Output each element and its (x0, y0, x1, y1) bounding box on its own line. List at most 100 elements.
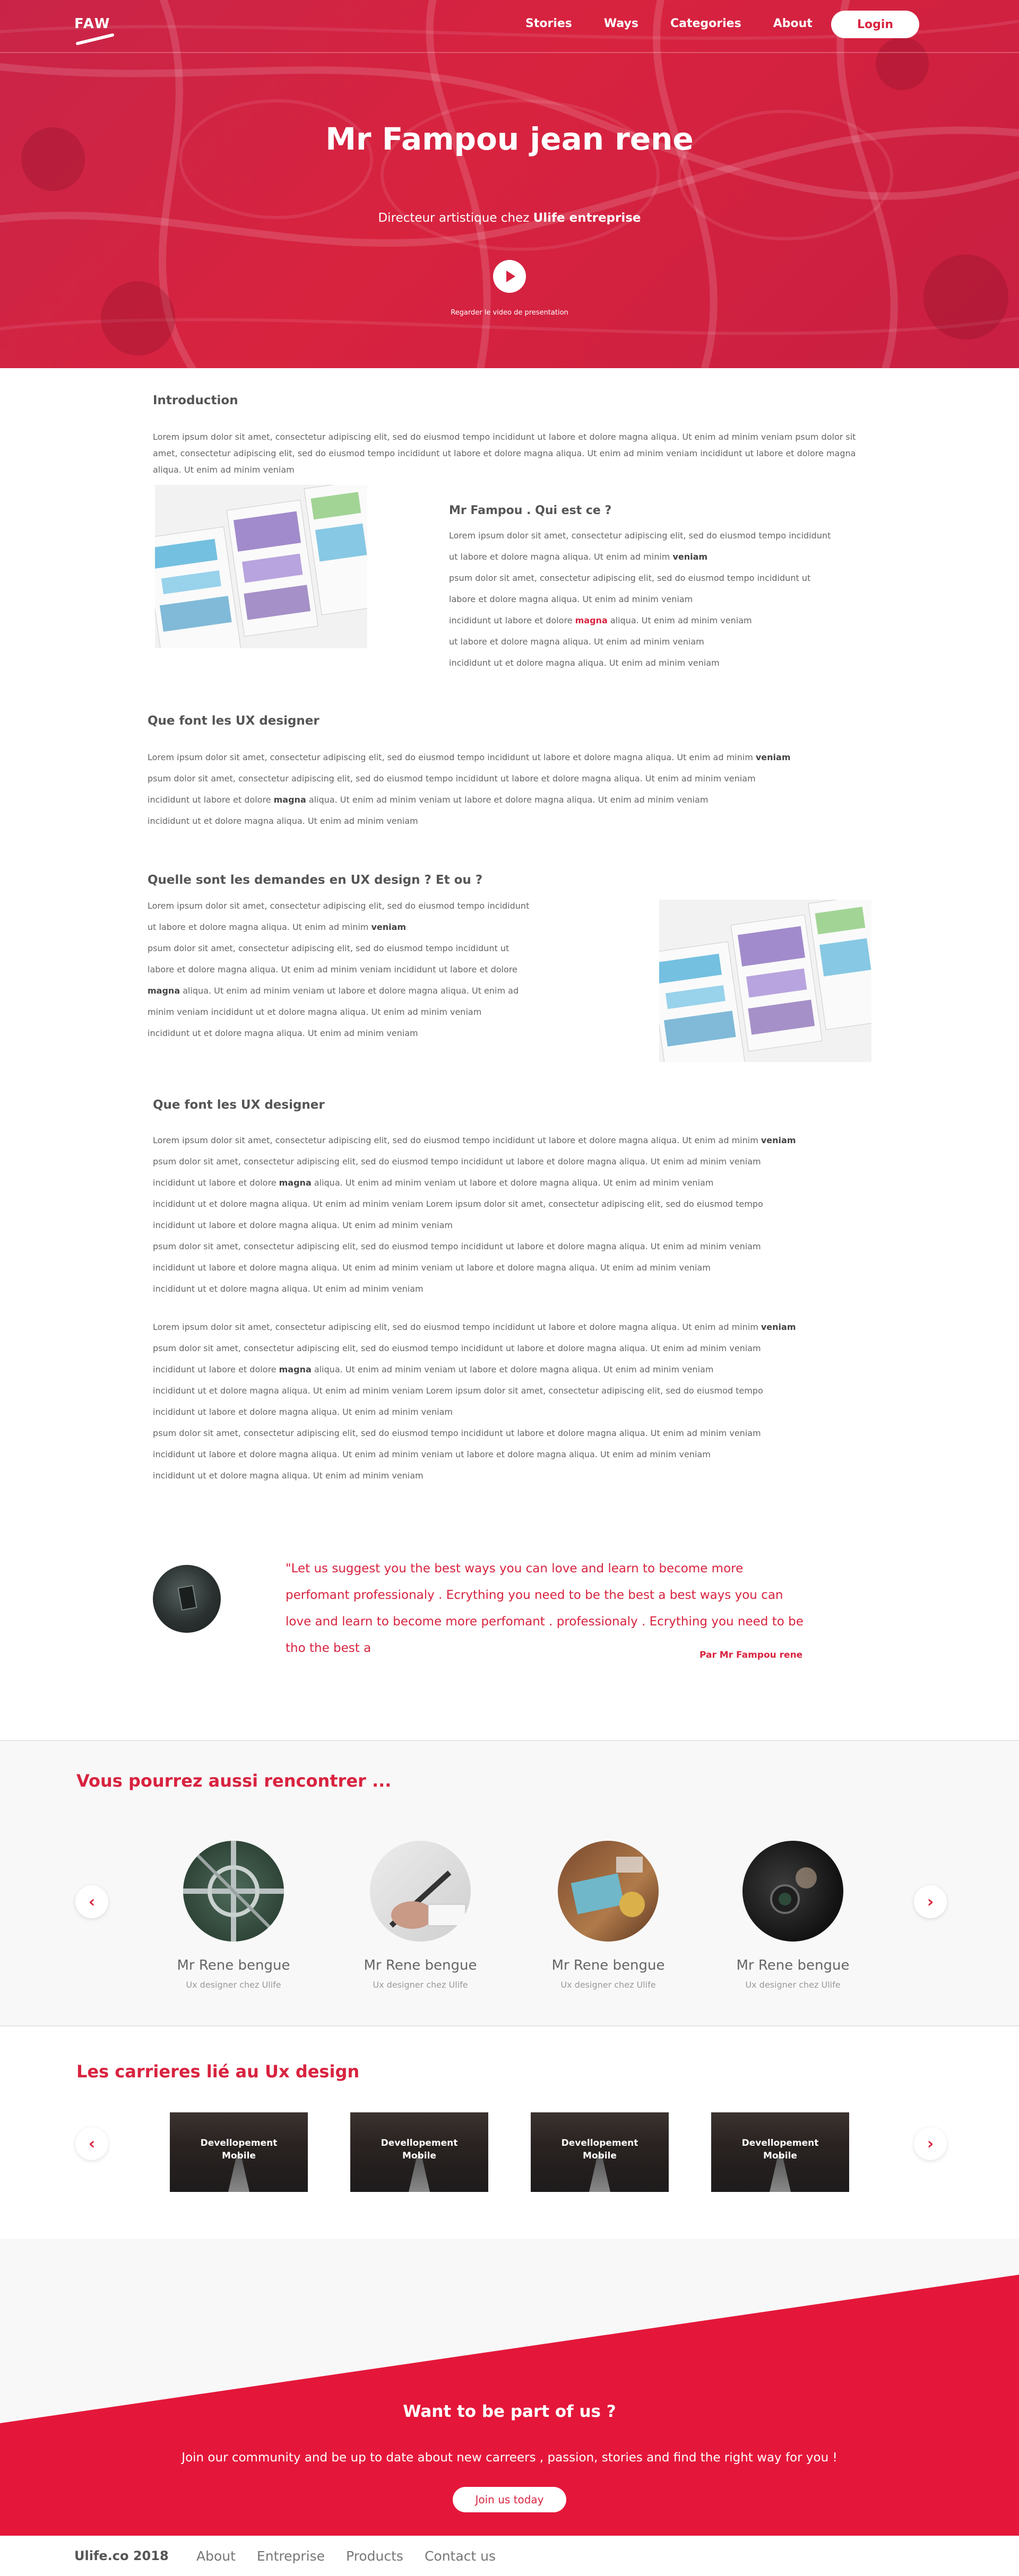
footer-link-entreprise[interactable]: Entreprise (257, 2548, 325, 2564)
footer-link-products[interactable]: Products (346, 2548, 403, 2564)
ux-sketch-image-2 (659, 900, 871, 1062)
ux2a-line-7: incididunt ut labore et dolore magna ali… (153, 1263, 711, 1273)
ux1-line-2: psum dolor sit amet, consectetur adipisc… (148, 773, 756, 784)
career-card[interactable]: Devellopement Mobile (531, 2112, 669, 2192)
ux2a-bold-word: veniam (761, 1135, 796, 1145)
nav-link-stories[interactable]: Stories (525, 17, 572, 30)
demand-bold-word: veniam (371, 922, 407, 932)
person-card[interactable]: Mr Rene bengue Ux designer chez Ulife (165, 1841, 303, 1990)
person-role: Ux designer chez Ulife (745, 1980, 841, 1990)
ux2b-line-3: incididunt ut labore et dolore magna ali… (153, 1359, 880, 1380)
demand-heading: Quelle sont les demandes en UX design ? … (148, 873, 483, 887)
career-label-line1: Devellopement (200, 2138, 278, 2148)
person-name: Mr Rene bengue (364, 1957, 477, 1973)
quote-author: Par Mr Fampou rene (700, 1650, 803, 1660)
demand-line-2-text: ut labore et dolore magna aliqua. Ut eni… (148, 922, 372, 932)
footer-nav: About Entreprise Products Contact us (196, 2548, 517, 2564)
footer: Ulife.co 2018 About Entreprise Products … (0, 2536, 1019, 2576)
person-card[interactable]: Mr Rene bengue Ux designer chez Ulife (539, 1841, 677, 1990)
careers-prev-button[interactable]: ‹ (75, 2127, 108, 2160)
who-heading: Mr Fampou . Qui est ce ? (449, 504, 612, 517)
career-card[interactable]: Devellopement Mobile (711, 2112, 849, 2192)
nav-divider (0, 52, 1019, 53)
meet-section: Vous pourrez aussi rencontrer ... ‹ › Mr… (0, 1740, 1019, 2026)
footer-link-about[interactable]: About (196, 2548, 236, 2564)
who-line-5-text: incididunt ut labore et dolore (449, 615, 575, 625)
logo[interactable]: FAW (74, 16, 117, 50)
ux2a-line-3: incididunt ut labore et dolore magna ali… (153, 1172, 880, 1194)
hero-subtitle-prefix: Directeur artistique chez (378, 211, 533, 225)
meet-next-button[interactable]: › (914, 1885, 947, 1918)
logo-text: FAW (74, 16, 111, 32)
ux2b-bold-magna: magna (279, 1364, 312, 1374)
ux2b-line-5: incididunt ut labore et dolore magna ali… (153, 1407, 453, 1417)
demand-line-7: incididunt ut et dolore magna aliqua. Ut… (148, 1028, 418, 1038)
ux2b-line-1: Lorem ipsum dolor sit amet, consectetur … (153, 1317, 880, 1338)
ux2a-bold-magna: magna (279, 1178, 312, 1188)
ux-designer-text-2b: Lorem ipsum dolor sit amet, consectetur … (153, 1317, 880, 1486)
ux-designer-text-2a: Lorem ipsum dolor sit amet, consectetur … (153, 1130, 880, 1300)
writing-photo (389, 1870, 466, 1929)
career-card[interactable]: Devellopement Mobile (350, 2112, 488, 2192)
who-line-7: incididunt ut et dolore magna aliqua. Ut… (449, 658, 720, 668)
career-label: Devellopement Mobile (170, 2137, 308, 2162)
ux2a-line-1: Lorem ipsum dolor sit amet, consectetur … (153, 1130, 880, 1151)
demand-line-1: Lorem ipsum dolor sit amet, consectetur … (148, 901, 530, 911)
hero-title: Mr Fampou jean rene (325, 121, 694, 157)
ux-sketch-image-1 (155, 485, 367, 648)
ux-designer-heading-1: Que font les UX designer (148, 714, 319, 728)
demand-text: Lorem ipsum dolor sit amet, consectetur … (148, 895, 604, 1044)
ux2b-line-4: incididunt ut et dolore magna aliqua. Ut… (153, 1386, 763, 1396)
who-line-1: Lorem ipsum dolor sit amet, consectetur … (449, 530, 831, 541)
person-card[interactable]: Mr Rene bengue Ux designer chez Ulife (351, 1841, 489, 1990)
hero-banner: FAW Stories Ways Categories About Login … (0, 0, 1019, 368)
ux2b-line-7: incididunt ut labore et dolore magna ali… (153, 1449, 711, 1459)
careers-next-button[interactable]: › (914, 2127, 947, 2160)
join-button[interactable]: Join us today (453, 2487, 566, 2512)
phone-icon (177, 1585, 197, 1611)
who-text: Lorem ipsum dolor sit amet, consectetur … (449, 525, 884, 674)
career-label: Devellopement Mobile (350, 2137, 488, 2162)
demand-line-2: ut labore et dolore magna aliqua. Ut eni… (148, 917, 604, 938)
career-label-line1: Devellopement (741, 2138, 819, 2148)
person-name: Mr Rene bengue (551, 1957, 665, 1973)
who-line-2: ut labore et dolore magna aliqua. Ut eni… (449, 546, 884, 568)
nav-link-ways[interactable]: Ways (604, 17, 638, 30)
career-card[interactable]: Devellopement Mobile (170, 2112, 308, 2192)
person-role: Ux designer chez Ulife (186, 1980, 281, 1990)
chevron-left-icon: ‹ (88, 1892, 96, 1911)
intro-text: Lorem ipsum dolor sit amet, consectetur … (153, 432, 856, 475)
career-label: Devellopement Mobile (711, 2137, 849, 2162)
career-label-line2: Mobile (763, 2151, 797, 2161)
join-text: Join our community and be up to date abo… (182, 2451, 837, 2465)
desk-photo (571, 1857, 645, 1917)
who-bold-word: veniam (672, 552, 708, 562)
ux1-line-1: Lorem ipsum dolor sit amet, consectetur … (148, 747, 875, 768)
person-role: Ux designer chez Ulife (560, 1980, 656, 1990)
person-photo-camera (742, 1841, 843, 1942)
person-photo-desk (558, 1841, 659, 1942)
ux2a-line-4: incididunt ut et dolore magna aliqua. Ut… (153, 1199, 763, 1209)
ux-sketch-illustration (155, 485, 367, 648)
highway-photo (183, 1841, 284, 1942)
intro-heading: Introduction (153, 394, 238, 407)
footer-link-contact[interactable]: Contact us (425, 2548, 496, 2564)
ux2a-line-5: incididunt ut labore et dolore magna ali… (153, 1220, 453, 1230)
nav-link-about[interactable]: About (773, 17, 813, 30)
ux2a-line-3-text: incididunt ut labore et dolore (153, 1178, 279, 1188)
login-button[interactable]: Login (831, 11, 919, 38)
play-video-button[interactable] (493, 260, 526, 293)
ux2a-line-1-text: Lorem ipsum dolor sit amet, consectetur … (153, 1135, 761, 1145)
ux2b-bold-word: veniam (761, 1322, 796, 1332)
chevron-left-icon: ‹ (88, 2134, 96, 2153)
nav-link-categories[interactable]: Categories (670, 17, 741, 30)
person-name: Mr Rene bengue (177, 1957, 290, 1973)
meet-prev-button[interactable]: ‹ (75, 1885, 108, 1918)
quote-author-avatar (153, 1565, 221, 1633)
ux1-line-1-text: Lorem ipsum dolor sit amet, consectetur … (148, 752, 756, 762)
demand-bold-magna: magna (148, 986, 180, 996)
demand-line-4: labore et dolore magna aliqua. Ut enim a… (148, 964, 517, 974)
person-name: Mr Rene bengue (736, 1957, 850, 1973)
footer-brand: Ulife.co 2018 (74, 2548, 169, 2563)
person-card[interactable]: Mr Rene bengue Ux designer chez Ulife (724, 1841, 862, 1990)
